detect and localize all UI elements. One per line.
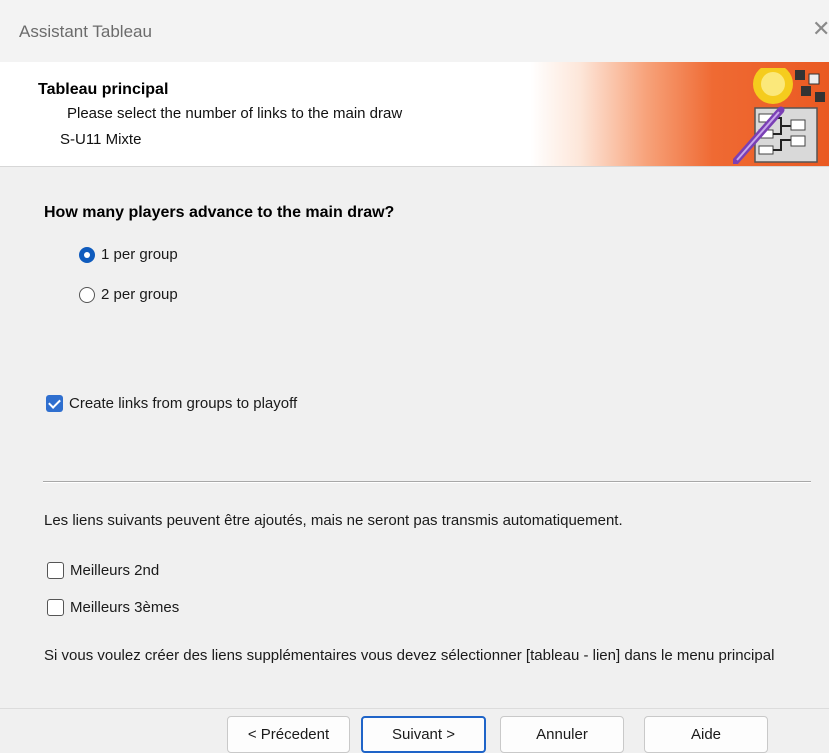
checkbox-label: Meilleurs 3èmes (70, 599, 180, 616)
radio-2-per-group[interactable]: 2 per group (79, 286, 178, 303)
wizard-header: Tableau principal Please select the numb… (0, 62, 829, 167)
checkbox-checked[interactable] (46, 395, 63, 412)
checkbox-create-links[interactable]: Create links from groups to playoff (46, 395, 297, 412)
checkbox-meilleurs-2nd[interactable]: Meilleurs 2nd (47, 562, 159, 579)
window-title: Assistant Tableau (19, 22, 152, 41)
header-event-name: S-U11 Mixte (60, 131, 142, 148)
radio-1-per-group[interactable]: 1 per group (79, 246, 178, 263)
section-divider (43, 481, 811, 483)
previous-button[interactable]: < Précedent (227, 716, 350, 753)
close-icon[interactable]: ✕ (812, 18, 829, 40)
footer-separator (0, 708, 829, 709)
draw-bracket-wand-icon (733, 68, 825, 164)
checkbox-label: Meilleurs 2nd (70, 562, 160, 579)
radio-label: 2 per group (101, 286, 178, 303)
help-button[interactable]: Aide (644, 716, 768, 753)
window-titlebar: Assistant Tableau ✕ (0, 0, 829, 62)
info-text: Les liens suivants peuvent être ajoutés,… (44, 512, 623, 529)
checkbox[interactable] (47, 599, 64, 616)
cancel-button[interactable]: Annuler (500, 716, 624, 753)
checkbox-label: Create links from groups to playoff (69, 395, 298, 412)
hint-text: Si vous voulez créer des liens supplémen… (44, 647, 775, 664)
checkbox[interactable] (47, 562, 64, 579)
header-subtitle: Please select the number of links to the… (67, 105, 403, 122)
header-title: Tableau principal (38, 81, 169, 98)
advance-question-label: How many players advance to the main dra… (44, 204, 395, 221)
radio-button-selected[interactable] (79, 246, 95, 263)
next-button[interactable]: Suivant > (361, 716, 486, 753)
wizard-body: How many players advance to the main dra… (0, 167, 829, 753)
radio-button[interactable] (79, 286, 95, 303)
radio-label: 1 per group (101, 246, 178, 263)
checkbox-meilleurs-3emes[interactable]: Meilleurs 3èmes (47, 599, 179, 616)
